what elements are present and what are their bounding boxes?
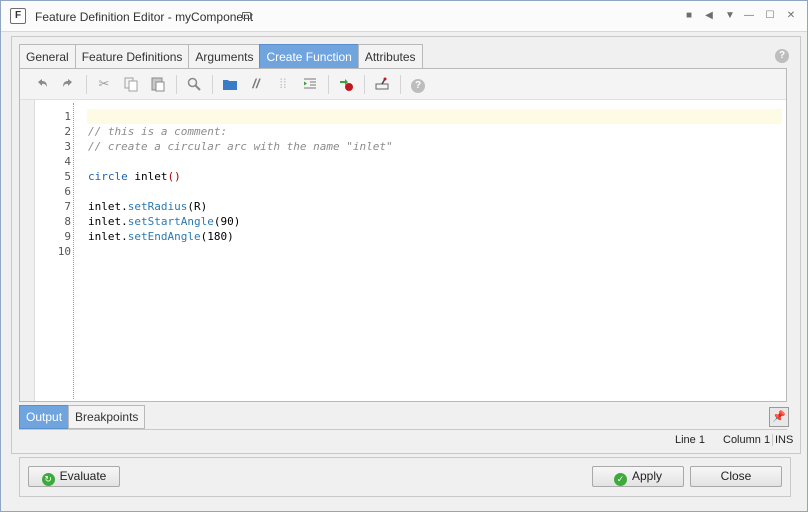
check-icon: ✓ bbox=[613, 473, 627, 486]
breakpoint-gutter[interactable] bbox=[20, 100, 35, 401]
status-insert-mode: INS bbox=[772, 434, 793, 446]
line-number: 8 bbox=[64, 215, 71, 228]
status-divider bbox=[19, 429, 787, 430]
title-bar: F Feature Definition Editor - myComponen… bbox=[1, 1, 807, 32]
help-circle-icon: ? bbox=[411, 79, 425, 93]
window-title: Feature Definition Editor - myComponent bbox=[35, 10, 254, 24]
line-number: 10 bbox=[57, 245, 71, 258]
line-number: 5 bbox=[64, 170, 71, 183]
redo-icon[interactable] bbox=[60, 76, 76, 92]
tab-output[interactable]: Output bbox=[19, 405, 69, 429]
main-tabs: General Feature Definitions Arguments Cr… bbox=[19, 44, 423, 69]
tab-create-function[interactable]: Create Function bbox=[259, 44, 358, 69]
find-icon[interactable] bbox=[186, 76, 202, 92]
app-icon: F bbox=[10, 8, 26, 24]
line-number: 3 bbox=[64, 140, 71, 153]
back-arrow-icon[interactable]: ◀ bbox=[702, 9, 716, 23]
window-restore-small-icon[interactable] bbox=[242, 12, 251, 19]
insert-function-icon[interactable] bbox=[338, 76, 354, 92]
tab-breakpoints[interactable]: Breakpoints bbox=[68, 405, 146, 429]
line-number: 2 bbox=[64, 125, 71, 138]
code-line[interactable]: inlet.setStartAngle(90) bbox=[87, 214, 782, 229]
editor-panel: General Feature Definitions Arguments Cr… bbox=[11, 36, 801, 454]
line-number: 6 bbox=[64, 185, 71, 198]
close-window-icon[interactable]: ✕ bbox=[784, 9, 798, 23]
editor-toolbar: ✂ // ⁞⁞ ? bbox=[20, 69, 786, 100]
code-line[interactable]: inlet.setEndAngle(180) bbox=[87, 229, 782, 244]
feature-definition-editor-window: F Feature Definition Editor - myComponen… bbox=[0, 0, 808, 512]
button-bar: ↻ Evaluate ✓ Apply Close bbox=[19, 457, 791, 497]
status-column: Column 1 bbox=[723, 434, 771, 446]
tab-general[interactable]: General bbox=[19, 44, 75, 69]
toggle-bookmark-icon[interactable] bbox=[222, 76, 238, 92]
toolbar-separator bbox=[176, 75, 177, 94]
code-line[interactable]: inlet.setRadius(R) bbox=[87, 199, 782, 214]
code-line[interactable] bbox=[87, 184, 782, 199]
comment-icon[interactable]: // bbox=[248, 76, 264, 92]
maximize-icon[interactable]: ☐ bbox=[763, 9, 777, 23]
line-number: 7 bbox=[64, 200, 71, 213]
code-line[interactable] bbox=[87, 244, 782, 259]
code-line[interactable] bbox=[87, 109, 782, 124]
uncomment-icon[interactable]: ⁞⁞ bbox=[275, 76, 291, 92]
code-editor: ✂ // ⁞⁞ ? 1 2 3 4 5 6 7 8 9 10 // this i… bbox=[19, 68, 787, 402]
status-line: Line 1 bbox=[675, 434, 705, 446]
code-area[interactable]: 1 2 3 4 5 6 7 8 9 10 // this is a commen… bbox=[20, 100, 786, 401]
debug-icon[interactable] bbox=[374, 76, 390, 92]
code-line[interactable]: // this is a comment: bbox=[87, 124, 782, 139]
undo-icon[interactable] bbox=[34, 76, 50, 92]
apply-button[interactable]: ✓ Apply bbox=[592, 466, 684, 487]
dropdown-arrow-icon[interactable]: ▼ bbox=[723, 9, 737, 23]
close-label: Close bbox=[720, 469, 752, 483]
copy-icon[interactable] bbox=[123, 76, 139, 92]
line-number: 9 bbox=[64, 230, 71, 243]
tab-attributes[interactable]: Attributes bbox=[357, 44, 423, 69]
tab-feature-definitions[interactable]: Feature Definitions bbox=[74, 44, 189, 69]
stop-icon[interactable]: ■ bbox=[682, 9, 696, 23]
code-line[interactable]: circle inlet() bbox=[87, 169, 782, 184]
close-button[interactable]: Close bbox=[690, 466, 782, 487]
fold-margin bbox=[73, 103, 74, 399]
code-line[interactable]: // create a circular arc with the name "… bbox=[87, 139, 782, 154]
line-numbers: 1 2 3 4 5 6 7 8 9 10 bbox=[35, 109, 71, 259]
evaluate-icon: ↻ bbox=[41, 473, 55, 486]
bottom-tabs: Output Breakpoints bbox=[19, 405, 146, 429]
evaluate-button[interactable]: ↻ Evaluate bbox=[28, 466, 120, 487]
apply-label: Apply bbox=[631, 469, 663, 483]
indent-icon[interactable] bbox=[302, 76, 318, 92]
line-number: 1 bbox=[64, 110, 71, 123]
help-icon[interactable]: ? bbox=[775, 49, 789, 63]
toolbar-separator bbox=[328, 75, 329, 94]
evaluate-label: Evaluate bbox=[59, 469, 107, 483]
toolbar-separator bbox=[86, 75, 87, 94]
code-line[interactable] bbox=[87, 154, 782, 169]
paste-icon[interactable] bbox=[150, 76, 166, 92]
tab-arguments[interactable]: Arguments bbox=[188, 44, 260, 69]
pin-icon[interactable]: 📌 bbox=[769, 407, 789, 427]
toolbar-separator bbox=[400, 75, 401, 94]
minimize-icon[interactable]: — bbox=[742, 9, 756, 23]
toolbar-separator bbox=[212, 75, 213, 94]
cut-icon[interactable]: ✂ bbox=[96, 76, 112, 92]
code-lines[interactable]: // this is a comment: // create a circul… bbox=[87, 109, 782, 259]
toolbar-separator bbox=[364, 75, 365, 94]
toolbar-help-icon[interactable]: ? bbox=[410, 76, 426, 93]
line-number: 4 bbox=[64, 155, 71, 168]
